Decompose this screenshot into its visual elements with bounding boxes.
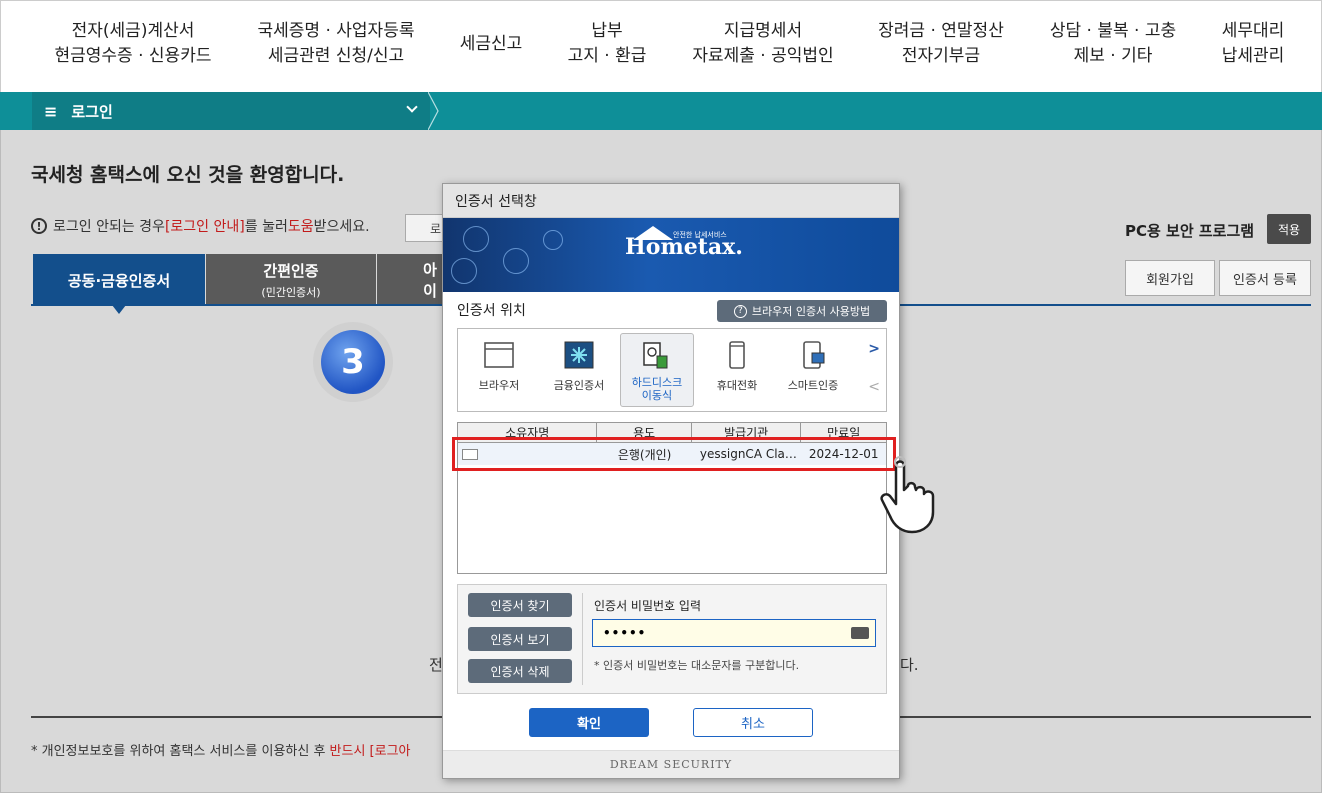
join-button[interactable]: 회원가입 — [1125, 260, 1215, 296]
lock-icon — [451, 258, 477, 284]
nav-item-tax-agent[interactable]: 세무대리 납세관리 — [1217, 19, 1289, 69]
top-nav: 전자(세금)계산서 현금영수증 · 신용카드 국세증명 · 사업자등록 세금관련 신… — [0, 0, 1322, 92]
exclamation-icon: ! — [31, 218, 47, 234]
location-harddisk[interactable]: 하드디스크 이동식 — [620, 333, 694, 407]
highlight-box — [452, 437, 896, 471]
pointer-hand-icon — [880, 456, 935, 534]
cert-location-label: 인증서 위치 — [457, 303, 526, 319]
nav-item-payment-statement[interactable]: 지급명세서 자료제출 · 공익법인 — [689, 19, 837, 69]
dialog-title: 인증서 선택창 — [443, 184, 899, 218]
background-text-left: 전 — [429, 656, 443, 674]
tab-pointer-icon — [112, 305, 126, 314]
cancel-button[interactable]: 취소 — [693, 708, 813, 737]
hometax-banner: Hometax. 안전한 납세서비스 — [443, 218, 899, 292]
decor-circle — [463, 226, 489, 252]
location-financial-cert[interactable]: 금융인증서 — [542, 333, 616, 407]
cert-location-selector: 브라우저 금융인증서 하드디스크 이동식 휴대전화 스마트인증 > < — [457, 328, 887, 412]
pc-security-label: PC용 보안 프로그램 — [1125, 222, 1255, 240]
nav-item-e-invoice[interactable]: 전자(세금)계산서 현금영수증 · 신용카드 — [53, 19, 213, 69]
password-input[interactable]: ••••• — [592, 619, 876, 647]
page-title: 국세청 홈택스에 오신 것을 환영합니다. — [31, 164, 345, 186]
nav-item-tax-return[interactable]: 세금신고 — [455, 32, 527, 57]
hamburger-icon: ≡ — [44, 101, 58, 121]
location-browser[interactable]: 브라우저 — [462, 333, 536, 407]
keyboard-icon[interactable] — [851, 627, 869, 639]
smart-cert-icon — [803, 341, 825, 369]
browser-icon — [484, 342, 514, 368]
apply-button[interactable]: 적용 — [1267, 214, 1311, 244]
breadcrumb[interactable]: ≡ 로그인 — [32, 92, 430, 130]
register-cert-button[interactable]: 인증서 등록 — [1219, 260, 1311, 296]
chevron-down-icon — [406, 101, 418, 113]
chevron-right-icon[interactable]: > — [868, 341, 880, 357]
background-button[interactable]: 로 — [405, 214, 445, 242]
breadcrumb-label: 로그인 — [71, 102, 113, 121]
password-note: * 인증서 비밀번호는 대소문자를 구분합니다. — [594, 659, 800, 672]
step-badge: 3 — [321, 330, 385, 394]
dream-security-logo: DREAM SECURITY — [443, 750, 899, 778]
nav-item-counsel[interactable]: 상담 · 불복 · 고충 제보 · 기타 — [1045, 19, 1181, 69]
delete-cert-button[interactable]: 인증서 삭제 — [468, 659, 572, 683]
location-smart-cert[interactable]: 스마트인증 — [776, 333, 850, 407]
find-cert-button[interactable]: 인증서 찾기 — [468, 593, 572, 617]
divider — [582, 593, 583, 685]
view-cert-button[interactable]: 인증서 보기 — [468, 627, 572, 651]
nav-item-incentive[interactable]: 장려금 · 연말정산 전자기부금 — [873, 19, 1009, 69]
decor-circle — [503, 248, 529, 274]
cert-action-panel: 인증서 찾기 인증서 보기 인증서 삭제 인증서 비밀번호 입력 ••••• *… — [457, 584, 887, 694]
confirm-button[interactable]: 확인 — [529, 708, 649, 737]
privacy-footnote: * 개인정보보호를 위하여 홈택스 서비스를 이용하신 후 반드시 [로그아 — [31, 744, 411, 759]
background-text-right: 다. — [900, 656, 919, 674]
breadcrumb-separator — [428, 92, 439, 130]
hometax-logo: Hometax. 안전한 납세서비스 — [625, 231, 743, 260]
question-icon: ? — [733, 304, 747, 318]
tab-id-login[interactable]: 아이 — [377, 254, 443, 306]
nav-item-certificates[interactable]: 국세증명 · 사업자등록 세금관련 신청/신고 — [253, 19, 419, 69]
browser-cert-help-button[interactable]: ? 브라우저 인증서 사용방법 — [717, 300, 887, 322]
login-notice: ! 로그인 안되는 경우 [로그인 안내] 를 눌러 도움 받으세요. — [31, 216, 370, 236]
breadcrumb-bar: ≡ 로그인 — [0, 92, 1322, 130]
tab-joint-cert[interactable]: 공동·금융인증서 — [33, 254, 205, 306]
mobile-phone-icon — [729, 341, 745, 369]
financial-cert-icon — [564, 341, 594, 369]
chevron-left-icon[interactable]: < — [868, 379, 880, 395]
login-guide-link[interactable]: [로그인 안내] — [165, 216, 245, 236]
tab-simple-auth[interactable]: 간편인증 (민간인증서) — [206, 254, 376, 306]
location-mobile[interactable]: 휴대전화 — [700, 333, 774, 407]
harddisk-icon — [643, 342, 668, 369]
nav-item-payment[interactable]: 납부 고지 · 환급 — [561, 19, 653, 69]
certificate-dialog: 인증서 선택창 Hometax. 안전한 납세서비스 인증서 위치 ? 브라우저 인… — [442, 183, 900, 779]
password-label: 인증서 비밀번호 입력 — [594, 599, 701, 613]
decor-circle — [543, 230, 563, 250]
